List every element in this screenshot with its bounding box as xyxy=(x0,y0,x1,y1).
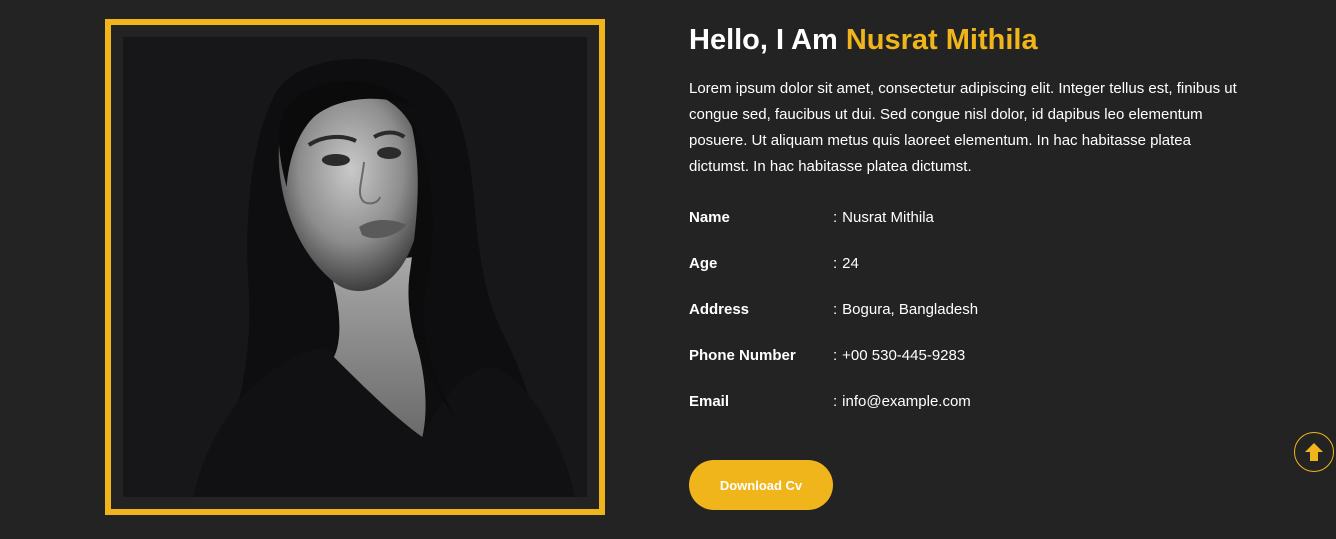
info-value-text: +00 530-445-9283 xyxy=(842,347,966,364)
info-row-phone: Phone Number : +00 530-445-9283 xyxy=(689,346,1249,392)
info-label: Phone Number xyxy=(689,347,796,364)
intro-paragraph: Lorem ipsum dolor sit amet, consectetur … xyxy=(689,80,1237,175)
info-row-age: Age :24 xyxy=(689,254,1249,300)
info-separator: : xyxy=(833,255,838,272)
info-value-text: Bogura, Bangladesh xyxy=(842,301,979,318)
page-title: Hello, I Am Nusrat Mithila xyxy=(689,20,1249,60)
scroll-to-top-button[interactable] xyxy=(1294,432,1334,472)
profile-photo xyxy=(123,37,587,497)
info-row-name: Name : Nusrat Mithila xyxy=(689,208,1249,254)
info-row-email: Email : info@example.com xyxy=(689,392,1249,438)
info-value-text: 24 xyxy=(842,255,859,272)
heading-name: Nusrat Mithila xyxy=(845,24,1038,56)
info-value: : +00 530-445-9283 xyxy=(833,346,965,366)
about-content: Hello, I Am Nusrat Mithila Lorem ipsum d… xyxy=(689,20,1249,438)
profile-photo-frame xyxy=(105,19,605,515)
info-label: Age xyxy=(689,255,718,272)
info-label: Email xyxy=(689,393,730,410)
info-label: Address xyxy=(689,301,750,318)
info-label: Name xyxy=(689,209,730,226)
info-separator: : xyxy=(833,347,838,364)
info-value: : Nusrat Mithila xyxy=(833,208,934,228)
info-value: : info@example.com xyxy=(833,392,971,412)
heading-prefix: Hello, I Am xyxy=(689,24,846,56)
info-row-address: Address : Bogura, Bangladesh xyxy=(689,300,1249,346)
personal-info-list: Name : Nusrat Mithila Age :24 Address : Bo… xyxy=(689,208,1249,438)
info-value-text: Nusrat Mithila xyxy=(842,209,934,226)
info-value: :24 xyxy=(833,254,859,274)
info-separator: : xyxy=(833,209,838,226)
download-cv-button[interactable]: Download Cv xyxy=(689,460,833,510)
info-separator: : xyxy=(833,393,838,410)
info-separator: : xyxy=(833,301,838,318)
info-value: : Bogura, Bangladesh xyxy=(833,300,978,320)
arrow-up-icon xyxy=(1305,443,1323,461)
info-value-text: info@example.com xyxy=(842,393,971,410)
portrait-image xyxy=(123,37,587,497)
